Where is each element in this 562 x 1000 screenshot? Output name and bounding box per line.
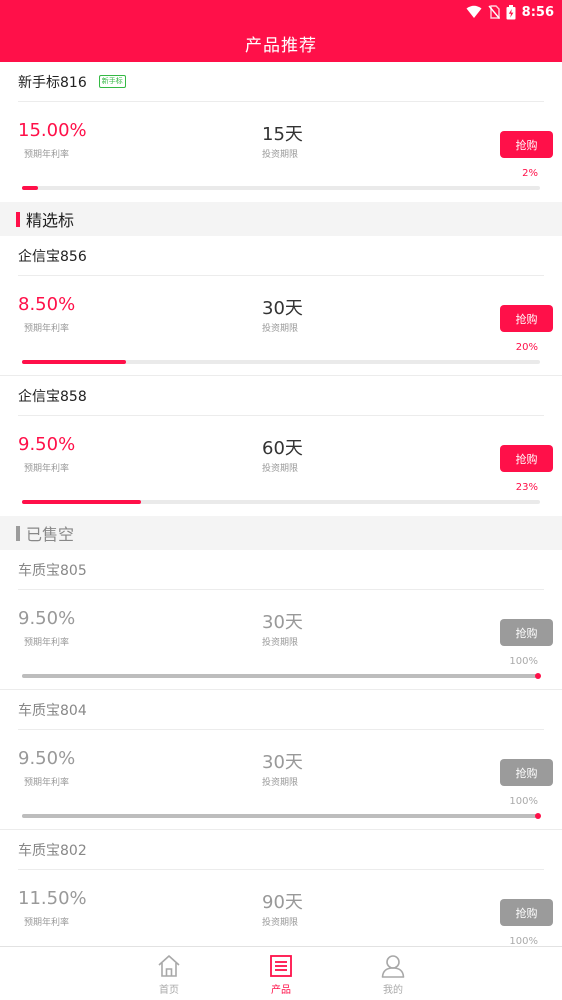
section-marker xyxy=(16,525,20,541)
product-name: 企信宝856 xyxy=(18,248,87,265)
progress-bar xyxy=(22,813,541,819)
card-title-row: 企信宝856 xyxy=(18,236,544,276)
buy-button[interactable]: 抢购 xyxy=(500,305,553,332)
expected-rate-label: 预期年利率 xyxy=(24,918,70,928)
expected-rate-label: 预期年利率 xyxy=(24,464,70,474)
product-name: 企信宝858 xyxy=(18,388,87,405)
progress-end-dot xyxy=(535,673,541,679)
expected-rate: 9.50% xyxy=(18,434,76,455)
product-name: 新手标816 xyxy=(18,74,87,91)
tab-label: 产品 xyxy=(271,985,291,996)
product-card-newbie[interactable]: 新手标816 新手标 15.00% 预期年利率 15天 投资期限 抢购 2% xyxy=(0,62,562,202)
card-title-row: 企信宝858 xyxy=(18,376,544,416)
buy-button-disabled[interactable]: 抢购 xyxy=(500,619,553,646)
buy-button[interactable]: 抢购 xyxy=(500,131,553,158)
product-name: 车质宝804 xyxy=(18,702,87,719)
investment-term: 90天 xyxy=(262,892,303,913)
progress-fill xyxy=(22,360,126,364)
tab-label: 首页 xyxy=(159,985,179,996)
buy-button-disabled[interactable]: 抢购 xyxy=(500,759,553,786)
progress-end-dot xyxy=(535,813,541,819)
expected-rate: 8.50% xyxy=(18,294,76,315)
investment-term-label: 投资期限 xyxy=(262,150,299,160)
product-card[interactable]: 企信宝858 9.50% 预期年利率 60天 投资期限 抢购 23% xyxy=(0,376,562,516)
progress-fill xyxy=(22,814,540,818)
product-card-soldout[interactable]: 车质宝804 9.50% 预期年利率 30天 投资期限 抢购 100% xyxy=(0,690,562,830)
list-icon xyxy=(270,955,292,977)
progress-percent: 20% xyxy=(515,342,538,353)
progress-percent: 100% xyxy=(509,796,538,807)
status-icons: 8:56 xyxy=(466,3,554,21)
investment-term: 15天 xyxy=(262,124,303,145)
tab-products[interactable]: 产品 xyxy=(241,947,321,1000)
investment-term: 30天 xyxy=(262,298,303,319)
expected-rate: 9.50% xyxy=(18,608,76,629)
wifi-icon xyxy=(466,5,482,18)
investment-term-label: 投资期限 xyxy=(262,638,299,648)
expected-rate-label: 预期年利率 xyxy=(24,324,70,334)
progress-fill xyxy=(22,500,142,504)
app-header: 产品推荐 xyxy=(0,24,562,62)
status-bar: 8:56 xyxy=(0,0,562,24)
buy-button-disabled[interactable]: 抢购 xyxy=(500,899,553,926)
product-card-soldout[interactable]: 车质宝802 11.50% 预期年利率 90天 投资期限 抢购 100% xyxy=(0,830,562,946)
progress-percent: 100% xyxy=(509,936,538,946)
no-sim-icon xyxy=(488,5,500,19)
user-icon xyxy=(381,955,405,978)
card-title-row: 车质宝805 xyxy=(18,550,544,590)
product-card[interactable]: 企信宝856 8.50% 预期年利率 30天 投资期限 抢购 20% xyxy=(0,236,562,376)
newbie-tag: 新手标 xyxy=(98,75,126,88)
card-title-row: 车质宝804 xyxy=(18,690,544,730)
expected-rate-label: 预期年利率 xyxy=(24,638,70,648)
expected-rate: 15.00% xyxy=(18,120,87,141)
battery-charging-icon xyxy=(506,4,516,19)
bottom-tab-bar: 首页 产品 我的 xyxy=(0,946,562,1000)
expected-rate: 9.50% xyxy=(18,748,76,769)
product-name: 车质宝802 xyxy=(18,842,87,859)
progress-fill xyxy=(22,186,38,190)
tab-mine[interactable]: 我的 xyxy=(353,947,433,1000)
progress-bar xyxy=(22,186,540,190)
section-title: 精选标 xyxy=(26,211,75,230)
investment-term-label: 投资期限 xyxy=(262,464,299,474)
investment-term-label: 投资期限 xyxy=(262,324,299,334)
expected-rate-label: 预期年利率 xyxy=(24,150,70,160)
section-header-selected: 精选标 xyxy=(0,202,562,236)
product-name: 车质宝805 xyxy=(18,562,87,579)
progress-bar xyxy=(22,673,541,679)
expected-rate: 11.50% xyxy=(18,888,87,909)
investment-term: 60天 xyxy=(262,438,303,459)
progress-fill xyxy=(22,674,540,678)
product-list[interactable]: 新手标816 新手标 15.00% 预期年利率 15天 投资期限 抢购 2% 精… xyxy=(0,62,562,946)
card-title-row: 车质宝802 xyxy=(18,830,544,870)
tab-home[interactable]: 首页 xyxy=(129,947,209,1000)
status-time: 8:56 xyxy=(521,4,554,20)
progress-bar xyxy=(22,500,540,504)
progress-percent: 23% xyxy=(515,482,538,493)
progress-bar xyxy=(22,360,540,364)
investment-term: 30天 xyxy=(262,612,303,633)
card-title-row: 新手标816 新手标 xyxy=(18,62,544,102)
buy-button[interactable]: 抢购 xyxy=(500,445,553,472)
section-marker xyxy=(16,211,20,227)
progress-percent: 100% xyxy=(509,656,538,667)
product-card-soldout[interactable]: 车质宝805 9.50% 预期年利率 30天 投资期限 抢购 100% xyxy=(0,550,562,690)
investment-term-label: 投资期限 xyxy=(262,918,299,928)
page-title: 产品推荐 xyxy=(245,35,317,56)
expected-rate-label: 预期年利率 xyxy=(24,778,70,788)
section-header-soldout: 已售空 xyxy=(0,516,562,550)
home-icon xyxy=(158,955,180,977)
tab-label: 我的 xyxy=(383,985,403,996)
progress-percent: 2% xyxy=(522,168,538,179)
investment-term: 30天 xyxy=(262,752,303,773)
investment-term-label: 投资期限 xyxy=(262,778,299,788)
section-title: 已售空 xyxy=(26,525,75,544)
